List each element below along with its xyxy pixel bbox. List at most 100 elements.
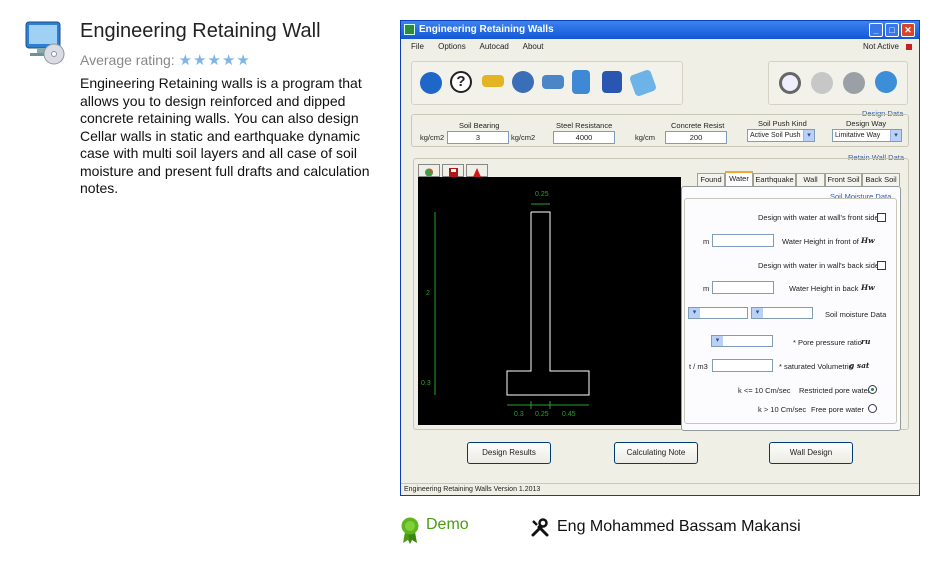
tab-front-soil[interactable]: Front Soil	[825, 173, 862, 186]
dim-b1-label: 0.3	[514, 411, 524, 418]
design-way-label: Design Way	[846, 119, 887, 128]
wall-design-button[interactable]: Wall Design	[769, 442, 853, 464]
tools-toolbar	[768, 61, 908, 105]
rating-label: Average rating:	[80, 52, 175, 68]
menu-about[interactable]: About	[523, 42, 544, 51]
tab-found[interactable]: Found	[697, 173, 725, 186]
menu-options[interactable]: Options	[438, 42, 466, 51]
soil-moisture-select-2[interactable]: ▾	[751, 307, 813, 319]
free-pore-radio[interactable]	[868, 404, 877, 413]
steel-resistance-unit: kg/cm2	[511, 133, 536, 142]
back-height-label: Water Height in back	[789, 284, 859, 293]
globe-icon[interactable]	[875, 71, 897, 93]
pore-pressure-select[interactable]: ▾	[711, 335, 773, 347]
pencil-icon[interactable]	[482, 75, 504, 87]
menu-autocad[interactable]: Autocad	[479, 42, 508, 51]
front-water-label: Design with water at wall's front side	[758, 213, 879, 222]
rating: Average rating: ★★★★★	[80, 51, 251, 69]
menu-file[interactable]: File	[411, 42, 424, 51]
window-app-icon	[404, 24, 415, 35]
close-button[interactable]: ✕	[901, 23, 915, 37]
magnifier-icon[interactable]	[779, 72, 801, 94]
free-pore-label: Free pore water	[811, 405, 864, 414]
maximize-button[interactable]: □	[885, 23, 899, 37]
author-name: Eng Mohammed Bassam Makansi	[557, 518, 801, 535]
gsat-symbol: g sat	[849, 361, 870, 370]
dim-base-label: 0.3	[421, 380, 431, 387]
demo-link[interactable]: Demo	[426, 516, 469, 534]
app-window: Engineering Retaining Walls _ □ ✕ File O…	[400, 20, 920, 496]
window-title: Engineering Retaining Walls	[419, 24, 554, 35]
back-water-checkbox[interactable]	[877, 261, 886, 270]
minimize-button[interactable]: _	[869, 23, 883, 37]
rating-stars: ★★★★★	[178, 52, 251, 69]
dim-b2-label: 0.25	[535, 411, 549, 418]
document-gear-icon[interactable]	[811, 72, 833, 94]
window-titlebar: Engineering Retaining Walls _ □ ✕	[401, 21, 919, 39]
chevron-down-icon: ▾	[712, 336, 723, 346]
wall-drawing-canvas: 0.25 2 0.3 0.3 0.25 0.45	[418, 177, 681, 425]
hw-back-symbol: Hw	[861, 283, 875, 292]
calculating-note-button[interactable]: Calculating Note	[614, 442, 698, 464]
chart-view-tab[interactable]	[418, 164, 440, 177]
steel-resistance-input[interactable]: 4000	[553, 131, 615, 144]
front-water-checkbox[interactable]	[877, 213, 886, 222]
restricted-pore-label: Restricted pore water	[799, 386, 871, 395]
soil-moisture-label: Soil moisture Data	[825, 310, 887, 319]
steel-resistance-label: Steel Resistance	[556, 121, 613, 130]
back-water-height-input[interactable]	[712, 281, 774, 294]
menubar: File Options Autocad About Not Active	[401, 39, 919, 55]
wall-section-drawing: 0.25 2 0.3 0.3 0.25 0.45	[421, 191, 590, 418]
ru-symbol: ru	[861, 337, 871, 346]
app-description: Engineering Retaining walls is a program…	[80, 75, 370, 196]
back-water-label: Design with water in wall's back side	[758, 261, 880, 270]
saturated-volumetric-label: * saturated Volumetric	[779, 362, 853, 371]
sat-unit: t / m3	[689, 362, 708, 371]
clipboard-icon[interactable]	[572, 70, 590, 94]
status-bar: Engineering Retaining Walls Version 1.20…	[401, 483, 919, 495]
tab-earthquake[interactable]: Earthquake	[753, 173, 796, 186]
k-small-label: k <= 10 Cm/sec	[738, 386, 791, 395]
soil-bearing-unit: kg/cm2	[420, 133, 445, 142]
eraser-icon[interactable]	[542, 75, 564, 89]
license-status: Not Active	[862, 42, 899, 51]
chevron-down-icon: ▾	[752, 308, 763, 318]
app-title: Engineering Retaining Wall	[80, 20, 321, 42]
book-icon[interactable]	[628, 68, 658, 98]
pore-pressure-label: * Pore pressure ratio	[793, 338, 862, 347]
main-toolbar: ?	[411, 61, 683, 105]
front-water-height-input[interactable]	[712, 234, 774, 247]
soil-bearing-label: Soil Bearing	[459, 121, 500, 130]
soil-moisture-select-1[interactable]: ▾	[688, 307, 748, 319]
restricted-pore-radio[interactable]	[868, 385, 877, 394]
tools-icon	[531, 518, 549, 537]
back-height-unit: m	[703, 284, 710, 293]
k-large-label: k > 10 Cm/sec	[758, 405, 807, 414]
engineer-icon[interactable]	[512, 71, 534, 93]
soil-push-kind-label: Soil Push Kind	[758, 119, 807, 128]
tab-back-soil[interactable]: Back Soil	[862, 173, 900, 186]
app-icon	[25, 21, 65, 65]
front-height-unit: m	[703, 237, 710, 246]
front-height-label: Water Height in front of	[782, 237, 859, 246]
award-ribbon-icon	[401, 517, 419, 544]
concrete-resist-unit: kg/cm	[635, 133, 656, 142]
dim-top-label: 0.25	[535, 191, 549, 198]
soil-bearing-input[interactable]: 3	[447, 131, 509, 144]
design-way-select[interactable]: Limitative Way ▾	[832, 129, 902, 142]
draw-view-tab[interactable]	[466, 164, 488, 177]
concrete-resist-input[interactable]: 200	[665, 131, 727, 144]
soil-push-kind-select[interactable]: Active Soil Push ▾	[747, 129, 815, 142]
chevron-down-icon: ▾	[890, 130, 901, 141]
help-icon[interactable]: ?	[450, 71, 472, 93]
tab-wall[interactable]: Wall	[796, 173, 825, 186]
gear-check-icon[interactable]	[843, 72, 865, 94]
tab-water[interactable]: Water	[725, 171, 753, 187]
save-view-tab[interactable]	[442, 164, 464, 177]
save-icon[interactable]	[602, 71, 622, 93]
design-results-button[interactable]: Design Results	[467, 442, 551, 464]
chevron-down-icon: ▾	[803, 130, 814, 141]
saturated-volumetric-input[interactable]	[712, 359, 773, 372]
design-way-value: Limitative Way	[835, 132, 881, 139]
power-icon[interactable]	[420, 72, 442, 94]
